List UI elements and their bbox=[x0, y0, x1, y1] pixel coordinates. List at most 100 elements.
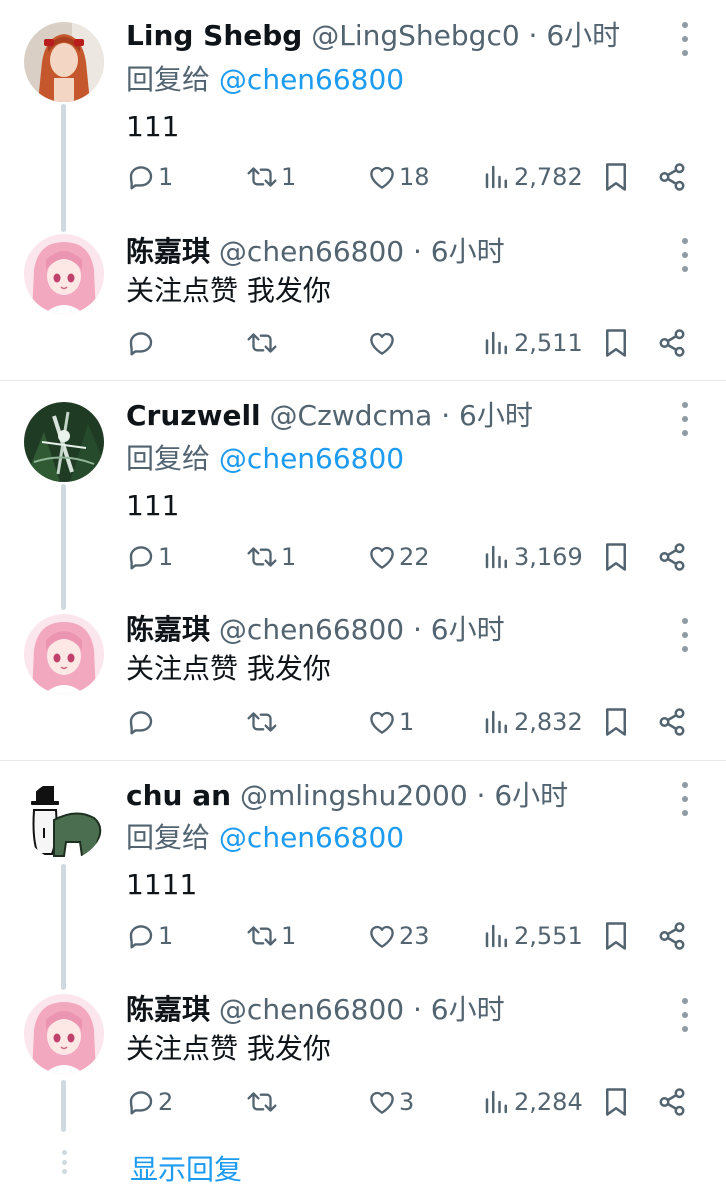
avatar[interactable] bbox=[24, 994, 104, 1074]
share-icon bbox=[659, 922, 685, 950]
bookmark-button[interactable] bbox=[603, 542, 629, 572]
heart-icon bbox=[370, 1091, 394, 1114]
views-button[interactable]: 2,284 bbox=[482, 1087, 583, 1117]
tweet-header: 陈嘉琪 @chen66800 · 6小时 bbox=[126, 614, 505, 646]
like-button[interactable]: 22 bbox=[367, 542, 430, 572]
tweet-text: 关注点赞 我发你 bbox=[126, 652, 331, 685]
views-icon bbox=[485, 545, 507, 569]
handle-time[interactable]: @chen66800 · 6小时 bbox=[219, 235, 505, 268]
reply-to-mention[interactable]: @chen66800 bbox=[219, 821, 404, 854]
share-button[interactable] bbox=[657, 707, 687, 737]
reply-to-mention[interactable]: @chen66800 bbox=[219, 63, 404, 96]
reply-button[interactable]: 1 bbox=[126, 162, 173, 192]
retweet-button[interactable]: 1 bbox=[245, 542, 296, 572]
reply-button[interactable] bbox=[126, 328, 158, 358]
share-icon bbox=[659, 543, 685, 571]
view-count: 2,782 bbox=[514, 163, 583, 191]
reply-to-prefix: 回复给 bbox=[126, 63, 211, 96]
show-replies-link[interactable]: 显示回复 bbox=[130, 1148, 242, 1188]
display-name[interactable]: chu an bbox=[126, 779, 231, 812]
avatar[interactable] bbox=[24, 780, 104, 860]
views-button[interactable]: 2,511 bbox=[482, 328, 583, 358]
retweet-count: 1 bbox=[281, 163, 297, 191]
share-button[interactable] bbox=[657, 162, 687, 192]
like-count: 18 bbox=[399, 163, 430, 191]
like-button[interactable]: 23 bbox=[367, 921, 430, 951]
reply-button[interactable]: 1 bbox=[126, 542, 173, 572]
display-name[interactable]: Cruzwell bbox=[126, 399, 261, 432]
retweet-icon bbox=[247, 333, 277, 353]
reply-icon bbox=[129, 1091, 153, 1115]
tweet-text: 关注点赞 我发你 bbox=[126, 274, 331, 307]
reply-count: 1 bbox=[158, 543, 174, 571]
retweet-button[interactable]: 1 bbox=[245, 162, 296, 192]
view-count: 2,551 bbox=[514, 922, 583, 950]
like-button[interactable] bbox=[367, 328, 399, 358]
share-icon bbox=[659, 329, 685, 357]
views-button[interactable]: 2,832 bbox=[482, 707, 583, 737]
avatar[interactable] bbox=[24, 22, 104, 102]
display-name[interactable]: 陈嘉琪 bbox=[126, 993, 210, 1026]
bookmark-button[interactable] bbox=[603, 921, 629, 951]
share-button[interactable] bbox=[657, 542, 687, 572]
reply-to-prefix: 回复给 bbox=[126, 821, 211, 854]
handle-time[interactable]: @LingShebgc0 · 6小时 bbox=[311, 19, 620, 52]
heart-icon bbox=[370, 332, 394, 355]
bookmark-icon bbox=[606, 708, 626, 736]
more-options-icon[interactable] bbox=[678, 998, 692, 1032]
more-options-icon[interactable] bbox=[678, 402, 692, 436]
retweet-button[interactable] bbox=[245, 1087, 281, 1117]
bookmark-button[interactable] bbox=[603, 707, 629, 737]
retweet-button[interactable]: 1 bbox=[245, 921, 296, 951]
tweet-header: 陈嘉琪 @chen66800 · 6小时 bbox=[126, 994, 505, 1026]
like-button[interactable]: 18 bbox=[367, 162, 430, 192]
views-button[interactable]: 2,551 bbox=[482, 921, 583, 951]
bookmark-icon bbox=[606, 1088, 626, 1116]
reply-count: 2 bbox=[158, 1088, 174, 1116]
like-button[interactable]: 3 bbox=[367, 1087, 414, 1117]
share-button[interactable] bbox=[657, 1087, 687, 1117]
bookmark-button[interactable] bbox=[603, 1087, 629, 1117]
more-options-icon[interactable] bbox=[678, 618, 692, 652]
views-button[interactable]: 2,782 bbox=[482, 162, 583, 192]
bookmark-button[interactable] bbox=[603, 328, 629, 358]
reply-button[interactable]: 1 bbox=[126, 921, 173, 951]
avatar[interactable] bbox=[24, 614, 104, 694]
reply-icon bbox=[129, 711, 153, 735]
display-name[interactable]: 陈嘉琪 bbox=[126, 613, 210, 646]
reply-to-mention[interactable]: @chen66800 bbox=[219, 442, 404, 475]
handle-time[interactable]: @chen66800 · 6小时 bbox=[219, 613, 505, 646]
share-icon bbox=[659, 1088, 685, 1116]
avatar[interactable] bbox=[24, 234, 104, 314]
display-name[interactable]: 陈嘉琪 bbox=[126, 235, 210, 268]
action-bar: 1 2,832 bbox=[0, 707, 726, 743]
retweet-button[interactable] bbox=[245, 328, 281, 358]
reply-to-prefix: 回复给 bbox=[126, 442, 211, 475]
reply-button[interactable]: 2 bbox=[126, 1087, 173, 1117]
handle-time[interactable]: @mlingshu2000 · 6小时 bbox=[240, 779, 568, 812]
retweet-count: 1 bbox=[281, 922, 297, 950]
replying-to: 回复给 @chen66800 bbox=[126, 443, 404, 475]
handle-time[interactable]: @Czwdcma · 6小时 bbox=[270, 399, 533, 432]
more-options-icon[interactable] bbox=[678, 782, 692, 816]
more-options-icon[interactable] bbox=[678, 22, 692, 56]
more-options-icon[interactable] bbox=[678, 238, 692, 272]
share-button[interactable] bbox=[657, 921, 687, 951]
display-name[interactable]: Ling Shebg bbox=[126, 19, 302, 52]
tweet-header: chu an @mlingshu2000 · 6小时 bbox=[126, 780, 568, 812]
like-count: 3 bbox=[399, 1088, 415, 1116]
reply-icon bbox=[129, 925, 153, 949]
retweet-icon bbox=[247, 712, 277, 732]
share-button[interactable] bbox=[657, 328, 687, 358]
heart-icon bbox=[370, 166, 394, 189]
like-button[interactable]: 1 bbox=[367, 707, 414, 737]
avatar[interactable] bbox=[24, 402, 104, 482]
divider bbox=[0, 760, 726, 761]
handle-time[interactable]: @chen66800 · 6小时 bbox=[219, 993, 505, 1026]
reply-button[interactable] bbox=[126, 707, 158, 737]
views-button[interactable]: 3,169 bbox=[482, 542, 583, 572]
retweet-button[interactable] bbox=[245, 707, 281, 737]
bookmark-button[interactable] bbox=[603, 162, 629, 192]
heart-icon bbox=[370, 546, 394, 569]
view-count: 2,511 bbox=[514, 329, 583, 357]
